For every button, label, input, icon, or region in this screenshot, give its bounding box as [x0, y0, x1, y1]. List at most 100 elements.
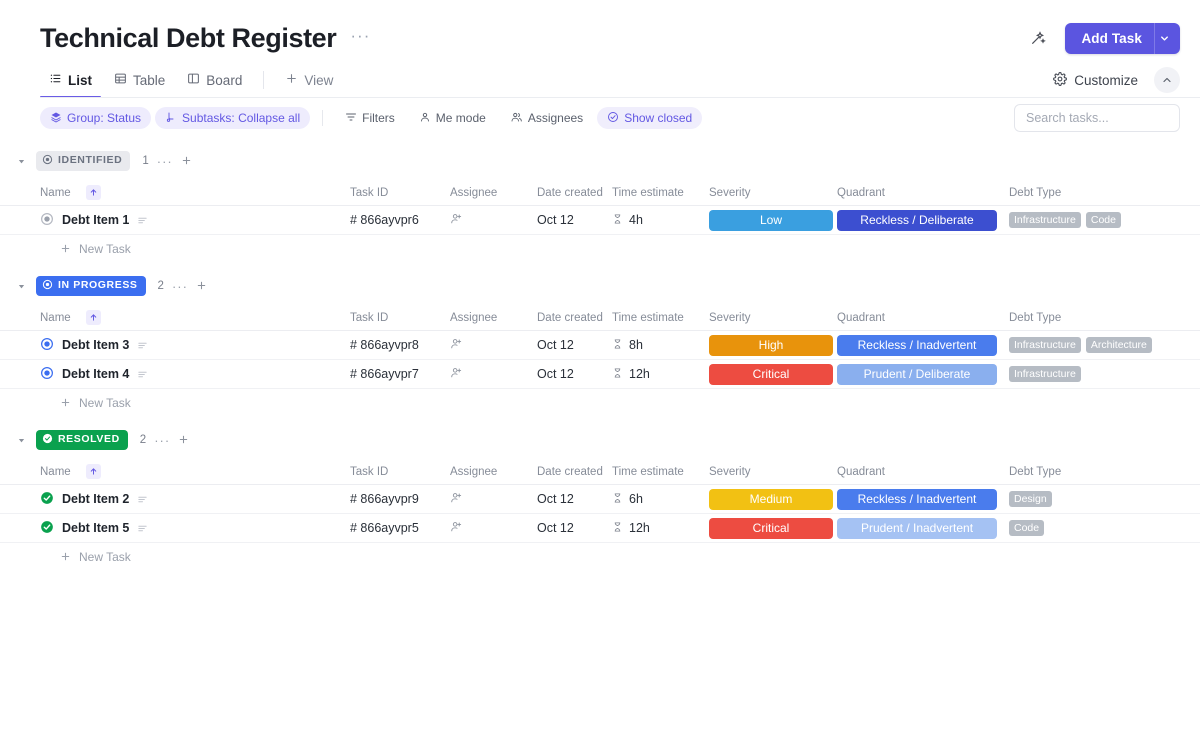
severity-badge[interactable]: Low	[709, 210, 833, 231]
task-id-cell[interactable]: # 866ayvpr8	[350, 338, 450, 352]
assignee-cell[interactable]	[450, 491, 537, 507]
task-id-cell[interactable]: # 866ayvpr7	[350, 367, 450, 381]
column-header-name[interactable]: Name	[0, 185, 350, 200]
time-estimate-cell[interactable]: 12h	[612, 521, 709, 536]
severity-cell[interactable]: Medium	[709, 489, 837, 510]
task-name-cell[interactable]: Debt Item 3	[0, 337, 350, 354]
debt-type-tag[interactable]: Infrastructure	[1009, 337, 1081, 353]
severity-cell[interactable]: High	[709, 335, 837, 356]
status-in-progress-icon[interactable]	[40, 366, 54, 383]
quadrant-cell[interactable]: Reckless / Inadvertent	[837, 335, 1009, 356]
status-resolved-icon[interactable]	[40, 491, 54, 508]
task-name-cell[interactable]: Debt Item 4	[0, 366, 350, 383]
group-status-chip[interactable]: IDENTIFIED	[36, 151, 130, 172]
add-assignee-icon[interactable]	[450, 520, 463, 533]
assignee-cell[interactable]	[450, 337, 537, 353]
task-name-cell[interactable]: Debt Item 5	[0, 520, 350, 537]
column-header-quadrant[interactable]: Quadrant	[837, 312, 1009, 324]
magic-wand-icon[interactable]	[1025, 25, 1051, 51]
column-header-date-created[interactable]: Date created	[537, 466, 612, 478]
status-resolved-icon[interactable]	[40, 520, 54, 537]
column-header-task-id[interactable]: Task ID	[350, 312, 450, 324]
column-header-debt-type[interactable]: Debt Type	[1009, 466, 1179, 478]
debt-type-cell[interactable]: Code	[1009, 520, 1179, 536]
task-id-cell[interactable]: # 866ayvpr9	[350, 492, 450, 506]
quadrant-cell[interactable]: Reckless / Inadvertent	[837, 489, 1009, 510]
add-task-group[interactable]: Add Task	[1065, 23, 1180, 54]
table-row[interactable]: Debt Item 3# 866ayvpr8Oct 128hHighReckle…	[0, 331, 1200, 360]
column-header-debt-type[interactable]: Debt Type	[1009, 312, 1179, 324]
severity-cell[interactable]: Low	[709, 210, 837, 231]
column-header-quadrant[interactable]: Quadrant	[837, 466, 1009, 478]
debt-type-tag[interactable]: Infrastructure	[1009, 212, 1081, 228]
debt-type-cell[interactable]: Infrastructure	[1009, 366, 1179, 382]
date-created-cell[interactable]: Oct 12	[537, 213, 612, 227]
severity-cell[interactable]: Critical	[709, 364, 837, 385]
column-header-assignee[interactable]: Assignee	[450, 187, 537, 199]
date-created-cell[interactable]: Oct 12	[537, 521, 612, 535]
debt-type-tag[interactable]: Code	[1086, 212, 1121, 228]
description-icon[interactable]	[137, 215, 148, 226]
quadrant-badge[interactable]: Reckless / Deliberate	[837, 210, 997, 231]
group-collapse-caret-icon[interactable]	[14, 154, 28, 168]
tab-table[interactable]: Table	[105, 62, 174, 98]
column-header-severity[interactable]: Severity	[709, 312, 837, 324]
title-more-icon[interactable]: ···	[350, 27, 370, 50]
quadrant-badge[interactable]: Reckless / Inadvertent	[837, 489, 997, 510]
severity-badge[interactable]: High	[709, 335, 833, 356]
task-name-cell[interactable]: Debt Item 2	[0, 491, 350, 508]
search-input[interactable]	[1014, 104, 1180, 132]
add-assignee-icon[interactable]	[450, 491, 463, 504]
add-assignee-icon[interactable]	[450, 212, 463, 225]
table-row[interactable]: Debt Item 2# 866ayvpr9 Oct 126hMediumReck…	[0, 485, 1200, 514]
group-collapse-caret-icon[interactable]	[14, 279, 28, 293]
column-header-date-created[interactable]: Date created	[537, 187, 612, 199]
group-status-chip[interactable]: IN PROGRESS	[36, 276, 146, 297]
column-header-assignee[interactable]: Assignee	[450, 312, 537, 324]
column-header-severity[interactable]: Severity	[709, 187, 837, 199]
date-created-cell[interactable]: Oct 12	[537, 492, 612, 506]
status-in-progress-icon[interactable]	[40, 337, 54, 354]
group-more-icon[interactable]: ···	[154, 433, 170, 448]
severity-badge[interactable]: Critical	[709, 364, 833, 385]
chevron-up-icon[interactable]	[1154, 67, 1180, 93]
sort-ascending-icon[interactable]	[86, 185, 101, 200]
debt-type-tag[interactable]: Design	[1009, 491, 1052, 507]
debt-type-tag[interactable]: Infrastructure	[1009, 366, 1081, 382]
description-icon[interactable]	[137, 369, 148, 380]
table-row[interactable]: Debt Item 5# 866ayvpr5Oct 1212hCriticalP…	[0, 514, 1200, 543]
quadrant-badge[interactable]: Prudent / Deliberate	[837, 364, 997, 385]
quadrant-badge[interactable]: Prudent / Inadvertent	[837, 518, 997, 539]
chevron-down-icon[interactable]	[1154, 23, 1180, 54]
severity-cell[interactable]: Critical	[709, 518, 837, 539]
quadrant-cell[interactable]: Reckless / Deliberate	[837, 210, 1009, 231]
task-name-cell[interactable]: Debt Item 1	[0, 212, 350, 229]
description-icon[interactable]	[137, 523, 148, 534]
add-view-button[interactable]: View	[276, 62, 342, 98]
debt-type-cell[interactable]: Infrastructure Code	[1009, 212, 1179, 228]
debt-type-cell[interactable]: InfrastructureArchitecture	[1009, 337, 1179, 353]
time-estimate-cell[interactable]: 12h	[612, 367, 709, 382]
column-header-date-created[interactable]: Date created	[537, 312, 612, 324]
time-estimate-cell[interactable]: 8h	[612, 338, 709, 353]
group-status-chip[interactable]: RESOLVED	[36, 430, 128, 451]
column-header-time-estimate[interactable]: Time estimate	[612, 466, 709, 478]
column-header-name[interactable]: Name	[0, 464, 350, 479]
column-header-quadrant[interactable]: Quadrant	[837, 187, 1009, 199]
column-header-assignee[interactable]: Assignee	[450, 466, 537, 478]
me-mode-button[interactable]: Me mode	[409, 107, 496, 129]
group-by-pill[interactable]: Group: Status	[40, 107, 151, 129]
filters-button[interactable]: Filters	[335, 107, 405, 129]
table-row[interactable]: Debt Item 4# 866ayvpr7Oct 1212hCriticalP…	[0, 360, 1200, 389]
column-header-name[interactable]: Name	[0, 310, 350, 325]
tab-board[interactable]: Board	[178, 62, 251, 98]
subtasks-pill[interactable]: Subtasks: Collapse all	[155, 107, 310, 129]
task-id-cell[interactable]: # 866ayvpr6	[350, 213, 450, 227]
time-estimate-cell[interactable]: 6h	[612, 492, 709, 507]
group-add-task-icon[interactable]	[181, 154, 192, 169]
assignee-cell[interactable]	[450, 212, 537, 228]
column-header-time-estimate[interactable]: Time estimate	[612, 187, 709, 199]
sort-ascending-icon[interactable]	[86, 464, 101, 479]
assignee-cell[interactable]	[450, 520, 537, 536]
assignee-cell[interactable]	[450, 366, 537, 382]
